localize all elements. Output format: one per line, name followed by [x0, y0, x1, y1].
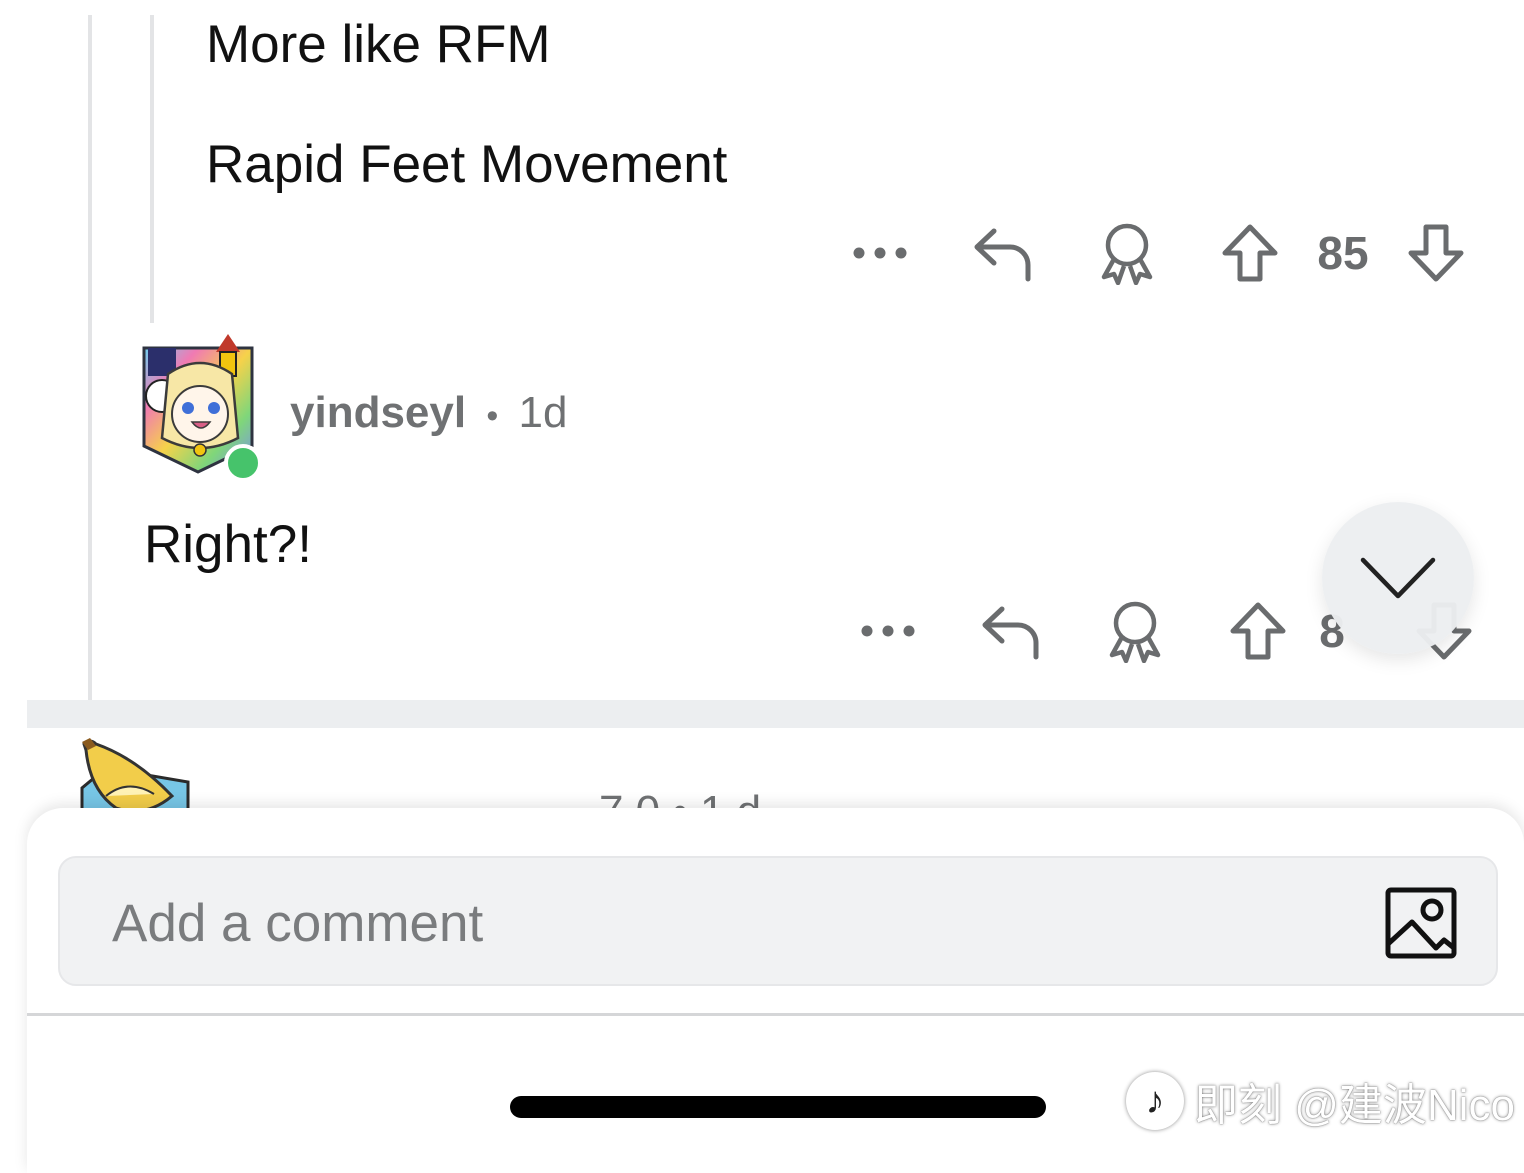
thread-separator — [27, 700, 1524, 728]
watermark-logo-icon: ♪ — [1126, 1072, 1184, 1130]
inner-thread-line[interactable] — [150, 15, 154, 323]
upvote-arrow-icon — [1230, 602, 1286, 660]
outer-thread-line[interactable] — [88, 15, 92, 700]
upvote-arrow-icon — [1222, 224, 1278, 282]
downvote-button[interactable] — [1404, 218, 1468, 288]
comment-age: 1d — [518, 388, 568, 437]
award-button[interactable] — [1100, 596, 1170, 666]
next-comment-button[interactable] — [1322, 502, 1474, 654]
chevron-down-icon — [1360, 557, 1436, 599]
watermark: ♪ 即刻 @建波Nico — [1126, 1066, 1515, 1136]
next-comment-meta-partial: _ _ _ _ _ _ _ _ _ _ 7 0 • 1 d — [232, 790, 761, 810]
home-indicator[interactable] — [510, 1096, 1046, 1118]
upvote-button[interactable] — [1226, 596, 1290, 666]
award-button[interactable] — [1092, 218, 1162, 288]
banana-avatar-icon — [80, 738, 190, 818]
composer-divider — [27, 1013, 1524, 1016]
upvote-button[interactable] — [1218, 218, 1282, 288]
comment-input-box[interactable] — [58, 856, 1498, 986]
reply-arrow-icon — [974, 228, 1031, 282]
online-status-dot — [224, 444, 262, 482]
watermark-text: 即刻 @建波Nico — [1194, 1081, 1515, 1130]
parent-action-bar: 85 — [840, 218, 1480, 288]
image-upload-icon — [1385, 887, 1457, 959]
parent-comment-line-1: More like RFM — [206, 15, 551, 74]
award-icon — [1109, 601, 1161, 663]
parent-comment-line-2: Rapid Feet Movement — [206, 135, 728, 194]
downvote-arrow-icon — [1408, 224, 1464, 282]
comment-score: 85 — [1317, 227, 1369, 279]
comment-input[interactable] — [110, 886, 1294, 960]
more-horizontal-icon — [853, 247, 907, 259]
reply-arrow-icon — [982, 606, 1039, 660]
next-comment-avatar[interactable] — [76, 738, 192, 818]
award-icon — [1101, 223, 1153, 285]
avatar[interactable] — [140, 334, 262, 482]
comment-meta: yindseyl • 1d — [290, 388, 567, 438]
meta-separator: • — [486, 397, 499, 435]
more-horizontal-icon — [861, 625, 915, 637]
username-link[interactable]: yindseyl — [290, 388, 466, 437]
more-options-button[interactable] — [840, 218, 920, 288]
more-options-button[interactable] — [848, 596, 928, 666]
reply-button[interactable] — [976, 596, 1046, 666]
add-image-button[interactable] — [1384, 886, 1458, 960]
reply-comment-body: Right?! — [144, 515, 312, 574]
reply-button[interactable] — [968, 218, 1038, 288]
